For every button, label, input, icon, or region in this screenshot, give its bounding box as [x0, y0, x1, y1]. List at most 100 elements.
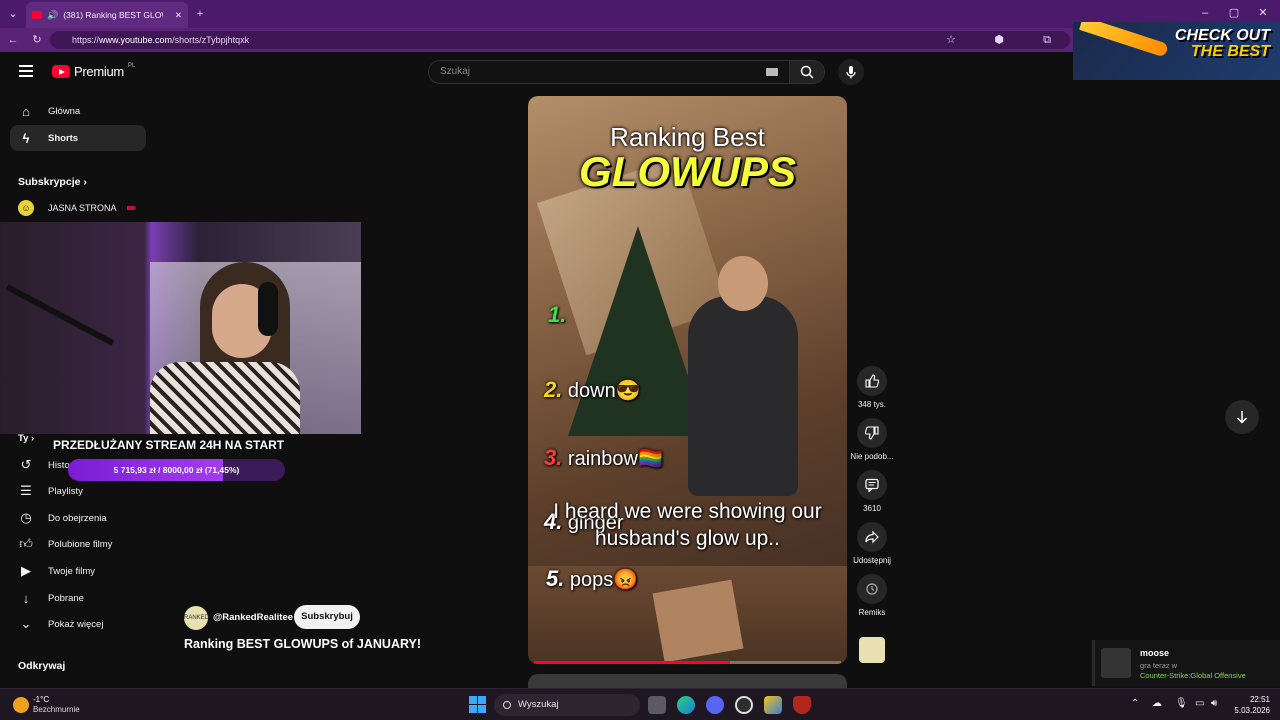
- search-input[interactable]: Szukaj: [428, 60, 790, 84]
- sidebar-item-watch-later[interactable]: ◷ Do obejrzenia: [10, 505, 146, 531]
- discord-icon[interactable]: [706, 696, 724, 714]
- sidebar-item-home[interactable]: ⌂ Główna: [10, 98, 146, 124]
- sidebar-item-label: Pokaż więcej: [48, 618, 104, 630]
- sound-thumbnail[interactable]: [859, 637, 885, 663]
- tray-chevron-up-icon[interactable]: ⌃: [1131, 698, 1139, 709]
- obs-icon[interactable]: [735, 696, 753, 714]
- share-button[interactable]: Udostępnij: [846, 522, 898, 565]
- sidebar-item-show-more[interactable]: ⌄ Pokaż więcej: [10, 611, 146, 637]
- comment-count: 3610: [863, 504, 881, 513]
- extension-icon[interactable]: ⬢: [992, 33, 1006, 47]
- sidebar-item-playlists[interactable]: ☰ Playlisty: [10, 478, 146, 504]
- shield-icon[interactable]: [793, 696, 811, 714]
- task-view-icon[interactable]: [648, 696, 666, 714]
- comments-button[interactable]: 3610: [846, 470, 898, 513]
- comment-icon: [865, 478, 879, 492]
- volume-icon[interactable]: 🔊︎: [1211, 698, 1217, 709]
- rank-text: rainbow🏳️‍🌈: [567, 448, 663, 470]
- rank-number: 1.: [548, 302, 567, 327]
- rank-item-3: 3. rainbow🏳️‍🌈: [544, 445, 663, 471]
- keyboard-icon[interactable]: [766, 68, 778, 76]
- channel-avatar[interactable]: RANKED: [184, 606, 209, 630]
- new-tab-icon[interactable]: +: [193, 7, 207, 21]
- sidebar-item-label: Twoje filmy: [48, 565, 95, 577]
- history-icon: ↺: [20, 457, 32, 472]
- dislike-button[interactable]: Nie podob...: [846, 418, 898, 461]
- search-button[interactable]: [789, 60, 825, 84]
- chevron-right-icon: ›: [83, 176, 87, 188]
- sidebar-item-downloads[interactable]: ↓ Pobrane: [10, 585, 146, 611]
- video-overlay-title-line2: GLOWUPS: [579, 148, 796, 195]
- chevron-down-icon: ⌄: [20, 616, 32, 631]
- tab-list-icon[interactable]: ⌄: [6, 7, 20, 21]
- weather-condition[interactable]: Bezchmurnie: [33, 705, 80, 714]
- live-indicator-icon: [126, 206, 135, 210]
- taskbar-search[interactable]: Wyszukaj: [494, 694, 640, 716]
- clock-icon: ◷: [20, 510, 32, 525]
- you-header[interactable]: Ty ›: [18, 433, 34, 444]
- monitor-icon[interactable]: ▭: [1195, 698, 1204, 709]
- promo-overlay: CHECK OUT THE BEST: [1073, 22, 1280, 80]
- knife-graphic-icon: [1079, 22, 1169, 58]
- remix-button[interactable]: Remiks: [846, 574, 898, 617]
- windows-start-icon[interactable]: [469, 696, 486, 713]
- subscribe-button[interactable]: Subskrybuj: [294, 605, 360, 629]
- window-close-icon[interactable]: ✕: [1256, 6, 1270, 20]
- url-field[interactable]: https://www.youtube.com/shorts/zTybpjhtq…: [50, 31, 1070, 49]
- sidebar-item-label: Playlisty: [48, 485, 83, 497]
- sidebar-item-liked[interactable]: 👍︎ Polubione filmy: [10, 531, 146, 557]
- next-short-button[interactable]: [1225, 400, 1259, 434]
- back-icon[interactable]: ←: [6, 33, 20, 47]
- cloud-icon[interactable]: ☁: [1152, 698, 1162, 709]
- star-icon[interactable]: ☆: [944, 33, 958, 47]
- game-notification: moose gra teraz w Counter-Strike:Global …: [1092, 640, 1280, 686]
- clock-date[interactable]: 5.03.2026: [1220, 706, 1270, 715]
- like-count: 348 tys.: [857, 400, 886, 409]
- video-frame-head: [718, 256, 768, 311]
- thumbs-up-icon: [865, 374, 879, 388]
- voice-search-button[interactable]: [838, 59, 864, 85]
- tray-mic-icon[interactable]: 🎙︎: [1175, 698, 1188, 709]
- sidebar-item-your-videos[interactable]: ▶ Twoje filmy: [10, 558, 146, 584]
- video-frame-person: [688, 296, 798, 496]
- dislike-label: Nie podob...: [850, 452, 894, 461]
- maximize-icon[interactable]: ▢: [1227, 6, 1241, 20]
- streamer-webcam-overlay: [0, 222, 361, 434]
- notification-name: moose: [1140, 648, 1170, 658]
- sidebar-item-label: Polubione filmy: [48, 538, 113, 550]
- share-icon: [865, 530, 879, 544]
- channel-name[interactable]: @RankedRealitee: [213, 612, 293, 623]
- short-title[interactable]: Ranking BEST GLOWUPS of JANUARY!: [184, 637, 421, 651]
- windows-taskbar: -1°C Bezchmurnie Wyszukaj ⌃ ☁ 🎙︎ ▭ 🔊︎ 22…: [0, 688, 1280, 720]
- speaker-icon[interactable]: 🔊: [47, 10, 58, 21]
- minimize-icon[interactable]: –: [1198, 6, 1212, 20]
- browser-tab[interactable]: 🔊 (381) Ranking BEST GLOWUPS ✕: [26, 2, 188, 28]
- sidebar-sub-label: JASNA STRONA: [48, 203, 117, 213]
- home-icon: ⌂: [22, 103, 30, 119]
- tab-close-icon[interactable]: ✕: [175, 10, 182, 21]
- video-progress-bar[interactable]: [534, 661, 841, 664]
- sidebar-sub-jasna-strona[interactable]: ☺ JASNA STRONA: [10, 195, 146, 221]
- reload-icon[interactable]: ↻: [30, 33, 44, 47]
- subscriptions-header[interactable]: Subskrypcje ›: [18, 176, 87, 188]
- clock-time[interactable]: 22:51: [1230, 695, 1270, 704]
- next-short-preview[interactable]: [528, 674, 847, 688]
- weather-temperature[interactable]: -1°C: [33, 695, 49, 704]
- sidebar-item-shorts[interactable]: ϟ Shorts: [10, 125, 146, 151]
- webcam-frame-mic-arm: [5, 284, 115, 346]
- subscriptions-header-label: Subskrypcje: [18, 176, 81, 188]
- stream-banner: PRZEDŁUŻANY STREAM 24H NA START: [53, 438, 285, 452]
- rank-item-1: 1.: [548, 302, 566, 328]
- sidebar-item-label: Pobrane: [48, 592, 84, 604]
- thumbs-down-icon: [865, 426, 879, 440]
- weather-icon[interactable]: [13, 697, 29, 713]
- short-video-player[interactable]: Ranking Best GLOWUPS 1. 2. down😎 3. rain…: [528, 96, 847, 664]
- rank-item-5: 5. pops😡: [546, 566, 638, 592]
- edge-browser-icon[interactable]: [677, 696, 695, 714]
- app-icon[interactable]: [764, 696, 782, 714]
- video-progress-fill: [534, 661, 731, 664]
- extensions-puzzle-icon[interactable]: ⧉: [1040, 33, 1054, 47]
- download-icon: ↓: [22, 590, 30, 606]
- like-button[interactable]: 348 tys.: [846, 366, 898, 409]
- rank-text: down😎: [567, 380, 641, 402]
